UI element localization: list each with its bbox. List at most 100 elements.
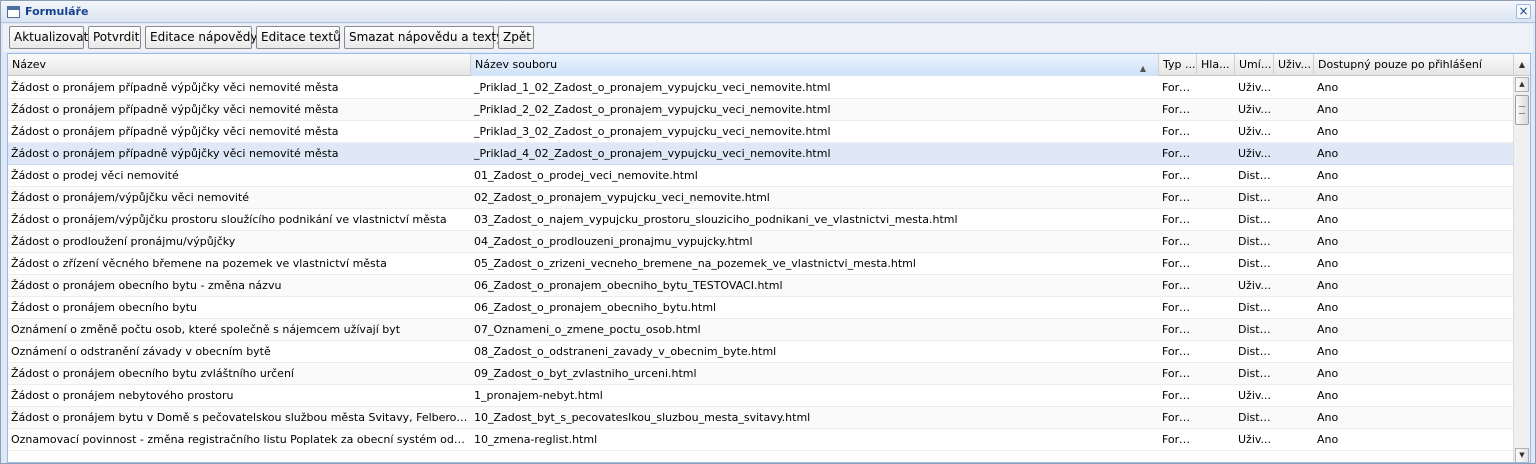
table-row[interactable]: Žádost o pronájem případně výpůjčky věci… [8, 77, 1513, 99]
cell-uziv [1274, 143, 1314, 164]
cell-umi: Distri... [1238, 323, 1274, 336]
cell-umi: Uživ... [1238, 279, 1272, 292]
cell-nazev: Žádost o prodej věci nemovité [11, 169, 179, 182]
table-row[interactable]: Žádost o pronájem obecního bytu zvláštní… [8, 363, 1513, 385]
table-row[interactable]: Oznamovací povinnost - změna registrační… [8, 429, 1513, 451]
cell-typ: Form... [1162, 279, 1197, 292]
refresh-button[interactable]: Aktualizovat [9, 26, 88, 49]
cell-soubor: 10_Zadost_byt_s_pecovateslkou_sluzbou_me… [474, 411, 811, 424]
delete-help-and-texts-button[interactable]: Smazat nápovědu a texty [344, 26, 503, 49]
scroll-up-icon[interactable]: ▲ [1514, 54, 1530, 76]
column-header-nazev[interactable]: Název [8, 54, 471, 76]
table-row[interactable]: Žádost o pronájem/výpůjčku prostoru slou… [8, 209, 1513, 231]
column-header-hla[interactable]: Hla... [1197, 54, 1235, 76]
cell-dostupny: Ano [1317, 367, 1339, 380]
cell-typ: Form... [1162, 169, 1197, 182]
vertical-scrollbar[interactable]: ▲ ▼ [1513, 77, 1530, 462]
cell-dostupny: Ano [1317, 345, 1339, 358]
cell-soubor: 02_Zadost_o_pronajem_vypujcku_veci_nemov… [474, 191, 770, 204]
cell-hla [1197, 121, 1235, 142]
cell-typ: Form... [1162, 367, 1197, 380]
cell-umi: Uživ... [1238, 147, 1272, 160]
column-header-uziv[interactable]: Uživ... [1274, 54, 1314, 76]
cell-nazev: Žádost o pronájem nebytového prostoru [11, 389, 234, 402]
cell-hla [1197, 165, 1235, 186]
cell-typ: Form... [1162, 323, 1197, 336]
cell-umi: Uživ... [1238, 81, 1272, 94]
column-header-typ[interactable]: Typ ... [1159, 54, 1197, 76]
cell-hla [1197, 143, 1235, 164]
sort-ascending-icon: ▲ [1139, 64, 1146, 73]
cell-soubor: 04_Zadost_o_prodlouzeni_pronajmu_vypujck… [474, 235, 753, 248]
cell-uziv [1274, 385, 1314, 406]
table-row[interactable]: Žádost o prodej věci nemovité 01_Zadost_o… [8, 165, 1513, 187]
window-title: Formuláře [25, 5, 89, 18]
cell-dostupny: Ano [1317, 389, 1339, 402]
cell-umi: Distri... [1238, 213, 1274, 226]
cell-typ: Form... [1162, 235, 1197, 248]
cell-soubor: 05_Zadost_o_zrizeni_vecneho_bremene_na_p… [474, 257, 916, 270]
column-header-dostupny[interactable]: Dostupný pouze po přihlášení [1314, 54, 1514, 76]
cell-soubor: 03_Zadost_o_najem_vypujcku_prostoru_slou… [474, 213, 958, 226]
cell-nazev: Žádost o prodloužení pronájmu/výpůjčky [11, 235, 236, 248]
table-row[interactable]: Žádost o pronájem obecního bytu - změna … [8, 275, 1513, 297]
table-row[interactable]: Žádost o pronájem případně výpůjčky věci… [8, 99, 1513, 121]
cell-uziv [1274, 231, 1314, 252]
cell-typ: Form... [1162, 147, 1197, 160]
cell-nazev: Žádost o pronájem obecního bytu - změna … [11, 279, 282, 292]
table-row[interactable]: Žádost o prodloužení pronájmu/výpůjčky 04… [8, 231, 1513, 253]
cell-soubor: 10_zmena-reglist.html [474, 433, 598, 446]
cell-dostupny: Ano [1317, 323, 1339, 336]
column-header-umi[interactable]: Umí... [1235, 54, 1274, 76]
table-row[interactable]: Žádost o pronájem případně výpůjčky věci… [8, 121, 1513, 143]
scroll-down-icon[interactable]: ▼ [1515, 448, 1529, 462]
cell-nazev: Oznámení o odstranění závady v obecním b… [11, 345, 271, 358]
cell-umi: Uživ... [1238, 103, 1272, 116]
edit-texts-button[interactable]: Editace textů [256, 26, 341, 49]
column-header-nazev-souboru[interactable]: Název souboru ▲ [471, 54, 1159, 76]
edit-help-button[interactable]: Editace nápovědy [145, 26, 258, 49]
table-row[interactable]: Žádost o pronájem/výpůjčku věci nemovité… [8, 187, 1513, 209]
cell-hla [1197, 99, 1235, 120]
table-row[interactable]: Oznámení o odstranění závady v obecním b… [8, 341, 1513, 363]
cell-hla [1197, 77, 1235, 98]
table-row[interactable]: Žádost o zřízení věcného břemene na poze… [8, 253, 1513, 275]
cell-nazev: Žádost o pronájem/výpůjčku věci nemovité [11, 191, 249, 204]
cell-hla [1197, 341, 1235, 362]
cell-umi: Distri... [1238, 345, 1274, 358]
cell-nazev: Oznamovací povinnost - změna registrační… [11, 433, 471, 446]
window-icon [7, 6, 20, 18]
scrollbar-thumb[interactable] [1515, 95, 1529, 125]
cell-dostupny: Ano [1317, 103, 1339, 116]
cell-nazev: Žádost o pronájem případně výpůjčky věci… [11, 103, 339, 116]
table-row[interactable]: Žádost o pronájem obecního bytu 06_Zadost… [8, 297, 1513, 319]
scroll-up-icon[interactable]: ▲ [1515, 77, 1529, 92]
cell-dostupny: Ano [1317, 213, 1339, 226]
table-row[interactable]: Žádost o pronájem nebytového prostoru 1_p… [8, 385, 1513, 407]
cell-soubor: _Priklad_1_02_Zadost_o_pronajem_vypujcku… [474, 81, 831, 94]
cell-umi: Distri... [1238, 191, 1274, 204]
cell-typ: Form... [1162, 389, 1197, 402]
cell-umi: Distri... [1238, 301, 1274, 314]
cell-hla [1197, 385, 1235, 406]
cell-umi: Distri... [1238, 367, 1274, 380]
cell-soubor: _Priklad_4_02_Zadost_o_pronajem_vypujcku… [474, 147, 831, 160]
cell-hla [1197, 275, 1235, 296]
forms-window: Formuláře × Aktualizovat Potvrdit Editac… [0, 0, 1536, 464]
cell-hla [1197, 297, 1235, 318]
cell-dostupny: Ano [1317, 169, 1339, 182]
back-button[interactable]: Zpět [498, 26, 534, 49]
cell-hla [1197, 319, 1235, 340]
close-icon[interactable]: × [1516, 4, 1531, 19]
table-row[interactable]: Oznámení o změně počtu osob, které spole… [8, 319, 1513, 341]
cell-dostupny: Ano [1317, 235, 1339, 248]
table-row[interactable]: Žádost o pronájem bytu v Domě s pečovate… [8, 407, 1513, 429]
cell-hla [1197, 253, 1235, 274]
cell-uziv [1274, 253, 1314, 274]
confirm-button[interactable]: Potvrdit [88, 26, 141, 49]
cell-typ: Form... [1162, 213, 1197, 226]
cell-soubor: _Priklad_3_02_Zadost_o_pronajem_vypujcku… [474, 125, 831, 138]
cell-nazev: Žádost o pronájem případně výpůjčky věci… [11, 147, 339, 160]
table-row[interactable]: Žádost o pronájem případně výpůjčky věci… [8, 143, 1513, 165]
cell-dostupny: Ano [1317, 81, 1339, 94]
